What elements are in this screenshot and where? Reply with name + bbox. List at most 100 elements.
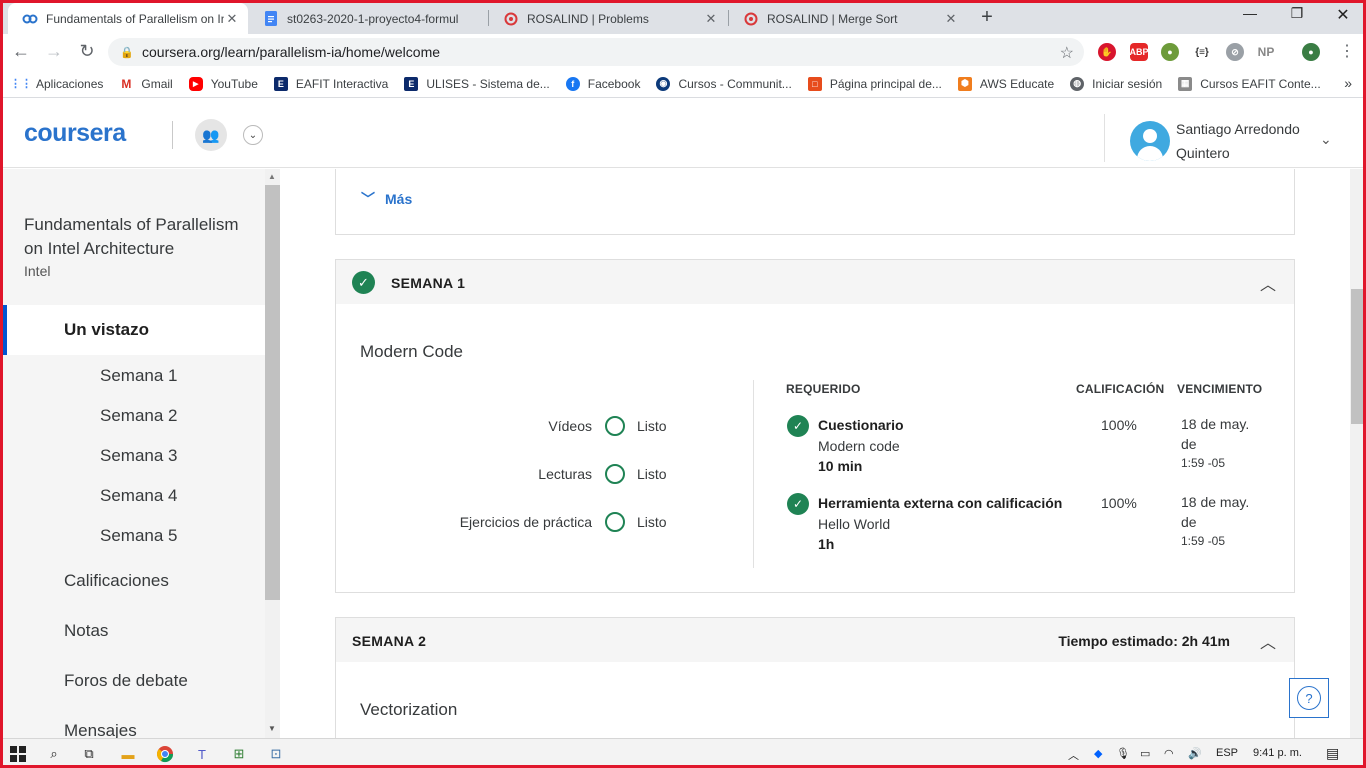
- user-menu-chevron-icon[interactable]: ⌄: [1320, 131, 1332, 148]
- stat-label: Vídeos: [548, 418, 592, 434]
- chevron-down-icon: ﹀: [361, 191, 375, 207]
- bookmark-label: Aplicaciones: [36, 76, 104, 91]
- clock[interactable]: 9:41 p. m.: [1253, 747, 1302, 759]
- bookmark-gmail[interactable]: M Gmail: [119, 77, 172, 91]
- chevron-down-icon[interactable]: ⌄: [243, 125, 263, 145]
- language-indicator[interactable]: ESP: [1216, 747, 1238, 759]
- page-scrollbar[interactable]: [1350, 169, 1366, 738]
- bookmark-facebook[interactable]: f Facebook: [565, 76, 640, 91]
- sidebar-scrollbar[interactable]: ▲ ▼: [265, 169, 280, 738]
- bookmark-iniciar-sesion[interactable]: ◍ Iniciar sesión: [1070, 76, 1162, 91]
- sidebar-item-semana-5[interactable]: Semana 5: [100, 526, 178, 546]
- extension-globe-icon[interactable]: ●: [1161, 43, 1179, 61]
- battery-icon[interactable]: ▭: [1140, 747, 1150, 760]
- forward-icon[interactable]: →: [43, 41, 65, 62]
- url-text: coursera.org/learn/parallelism-ia/home/w…: [142, 44, 441, 60]
- wifi-icon[interactable]: ◠: [1164, 747, 1174, 760]
- profile-avatar-icon[interactable]: ●: [1302, 43, 1320, 61]
- column-divider: [753, 380, 754, 568]
- bookmark-cursos-eafit[interactable]: ▦ Cursos EAFIT Conte...: [1178, 76, 1321, 91]
- chrome-icon[interactable]: [156, 745, 174, 763]
- abp-icon[interactable]: ABP: [1130, 43, 1149, 61]
- bookmark-office[interactable]: □ Página principal de...: [807, 76, 942, 91]
- app-icon[interactable]: ⊞: [230, 745, 248, 763]
- minimize-icon[interactable]: —: [1240, 5, 1260, 21]
- json-viewer-icon[interactable]: {≡}: [1193, 43, 1211, 61]
- windows-start-icon[interactable]: [9, 745, 27, 763]
- estimated-time: Tiempo estimado: 2h 41m: [1058, 633, 1230, 649]
- sidebar-item-un-vistazo[interactable]: Un vistazo: [3, 305, 265, 355]
- sidebar-item-semana-4[interactable]: Semana 4: [100, 486, 178, 506]
- task-view-icon[interactable]: ⧉: [80, 745, 98, 763]
- item-due-date: 18 de may. de: [1181, 494, 1250, 530]
- bookmark-ulises[interactable]: E ULISES - Sistema de...: [404, 76, 550, 91]
- sidebar-item-semana-1[interactable]: Semana 1: [100, 366, 178, 386]
- week-2-header[interactable]: SEMANA 2 Tiempo estimado: 2h 41m ︿: [336, 618, 1294, 662]
- week-1-header[interactable]: ✓ SEMANA 1 ︿: [336, 260, 1294, 304]
- window-close-icon[interactable]: ✕: [1333, 5, 1353, 25]
- sidebar-item-semana-3[interactable]: Semana 3: [100, 446, 178, 466]
- file-explorer-icon[interactable]: ▬: [119, 745, 137, 763]
- teams-icon[interactable]: T: [193, 745, 211, 763]
- extension-compass-icon[interactable]: ⊘: [1226, 43, 1244, 61]
- user-name[interactable]: Santiago Arredondo Quintero: [1176, 117, 1326, 165]
- bookmark-aplicaciones[interactable]: ⋮⋮ Aplicaciones: [10, 76, 104, 91]
- chevron-up-icon[interactable]: ︿: [1260, 629, 1276, 653]
- bookmark-youtube[interactable]: ▶ YouTube: [188, 76, 258, 91]
- back-icon[interactable]: ←: [10, 41, 32, 62]
- adblock-icon[interactable]: ✋: [1098, 43, 1116, 61]
- sidebar-item-semana-2[interactable]: Semana 2: [100, 406, 178, 426]
- stat-label: Ejercicios de práctica: [459, 514, 592, 530]
- item-type-link[interactable]: Herramienta externa con calificación: [818, 495, 1062, 511]
- sidebar-item-foros[interactable]: Foros de debate: [64, 671, 188, 691]
- coursera-logo[interactable]: coursera: [24, 119, 126, 148]
- tab-docs[interactable]: st0263-2020-1-proyecto4-formul: [249, 3, 487, 34]
- item-due-time: 1:59 -05: [1181, 534, 1226, 548]
- course-title[interactable]: Fundamentals of Parallelism on Intel Arc…: [24, 213, 254, 261]
- group-switcher-icon[interactable]: 👥: [195, 119, 227, 151]
- item-grade: 100%: [1101, 495, 1137, 511]
- new-tab-icon[interactable]: +: [977, 6, 997, 29]
- notifications-icon[interactable]: ▤: [1326, 745, 1339, 762]
- item-type-link[interactable]: Cuestionario: [818, 417, 904, 433]
- scrollbar-thumb[interactable]: [265, 185, 280, 600]
- close-tab-icon[interactable]: ✕: [703, 11, 719, 27]
- search-icon[interactable]: ⌕: [45, 745, 63, 763]
- microphone-icon[interactable]: 🎙: [1116, 747, 1130, 760]
- maximize-icon[interactable]: ❐: [1287, 5, 1307, 22]
- tab-rosalind-problems[interactable]: ROSALIND | Problems ✕: [489, 3, 727, 34]
- network-app-icon[interactable]: ⊡: [267, 745, 285, 763]
- globe-icon: ◉: [656, 76, 671, 91]
- chevron-up-icon[interactable]: ︿: [1260, 271, 1276, 295]
- stat-status: Listo: [637, 466, 667, 482]
- scrollbar-thumb[interactable]: [1351, 289, 1364, 424]
- sidebar-item-notas[interactable]: Notas: [64, 621, 108, 641]
- bookmark-cursos-community[interactable]: ◉ Cursos - Communit...: [656, 76, 792, 91]
- show-more-link[interactable]: ﹀ Más: [361, 189, 412, 209]
- bookmark-aws-educate[interactable]: ⬢ AWS Educate: [957, 76, 1054, 91]
- tab-coursera[interactable]: Fundamentals of Parallelism on Int ✕: [8, 3, 248, 34]
- bookmark-eafit-interactiva[interactable]: E EAFIT Interactiva: [273, 76, 388, 91]
- tab-rosalind-merge-sort[interactable]: ROSALIND | Merge Sort ✕: [729, 3, 967, 34]
- bookmark-label: YouTube: [210, 76, 258, 91]
- sidebar-item-calificaciones[interactable]: Calificaciones: [64, 571, 169, 591]
- chrome-menu-icon[interactable]: ⋮: [1336, 41, 1358, 61]
- volume-icon[interactable]: 🔊: [1188, 747, 1202, 760]
- course-sidebar: Fundamentals of Parallelism on Intel Arc…: [3, 169, 265, 738]
- close-tab-icon[interactable]: ✕: [224, 11, 240, 27]
- bookmark-star-icon[interactable]: ☆: [1060, 43, 1074, 63]
- apps-grid-icon: ⋮⋮: [10, 78, 32, 90]
- scroll-down-icon[interactable]: ▼: [268, 724, 276, 733]
- reload-icon[interactable]: ↻: [76, 41, 98, 62]
- more-bookmarks-icon[interactable]: »: [1344, 75, 1352, 91]
- tray-chevron-up-icon[interactable]: ︿: [1068, 747, 1079, 763]
- close-tab-icon[interactable]: ✕: [943, 11, 959, 27]
- sidebar-item-mensajes[interactable]: Mensajes: [64, 721, 137, 738]
- scroll-up-icon[interactable]: ▲: [268, 172, 276, 181]
- np-extension-icon[interactable]: NP: [1257, 43, 1275, 61]
- dropbox-icon[interactable]: ◆: [1094, 747, 1102, 760]
- help-button[interactable]: ?: [1289, 678, 1329, 718]
- user-avatar[interactable]: [1130, 121, 1170, 161]
- facebook-icon: f: [565, 76, 580, 91]
- address-bar[interactable]: 🔒 coursera.org/learn/parallelism-ia/home…: [108, 38, 1084, 66]
